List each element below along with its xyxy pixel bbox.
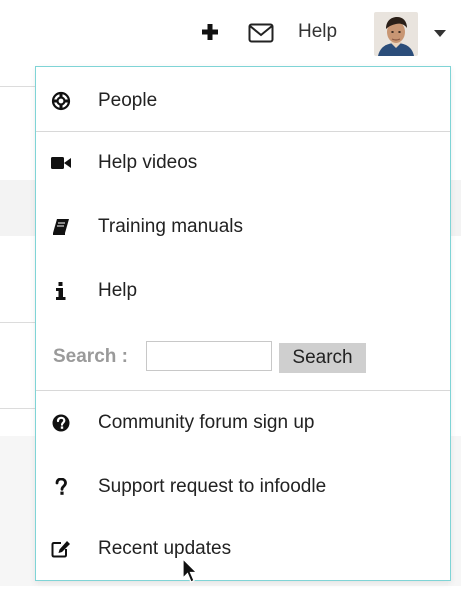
- menu-item-help-videos[interactable]: Help videos: [36, 137, 450, 189]
- menu-item-training-manuals[interactable]: Training manuals: [36, 201, 450, 253]
- menu-item-label: People: [98, 90, 158, 111]
- menu-item-label: Support request to infoodle: [98, 476, 327, 497]
- info-icon: [50, 280, 72, 302]
- menu-item-people[interactable]: People: [36, 75, 450, 127]
- caret-down-icon[interactable]: [433, 28, 447, 38]
- help-dropdown-menu: People Help videos Training manuals Help…: [35, 66, 451, 581]
- search-input[interactable]: [146, 341, 272, 371]
- search-button[interactable]: Search: [279, 343, 366, 373]
- background-row-divider: [0, 408, 40, 409]
- menu-divider: [36, 131, 450, 132]
- book-icon: [50, 216, 72, 238]
- menu-item-label: Help: [98, 280, 138, 301]
- help-link[interactable]: Help: [298, 20, 337, 44]
- plus-icon: [202, 24, 218, 40]
- menu-divider: [36, 390, 450, 391]
- menu-item-label: Community forum sign up: [98, 412, 315, 433]
- envelope-icon: [248, 23, 274, 43]
- menu-item-help[interactable]: Help: [36, 265, 450, 317]
- messages-button[interactable]: [246, 20, 276, 46]
- menu-item-label: Help videos: [98, 152, 198, 173]
- question-icon: [50, 476, 72, 498]
- menu-item-label: Recent updates: [98, 538, 232, 559]
- menu-item-label: Training manuals: [98, 216, 244, 237]
- menu-item-support-request[interactable]: Support request to infoodle: [36, 461, 450, 513]
- menu-item-community-forum[interactable]: Community forum sign up: [36, 397, 450, 449]
- user-avatar[interactable]: [374, 12, 418, 56]
- avatar-image: [374, 12, 418, 56]
- video-camera-icon: [50, 152, 72, 174]
- menu-item-recent-updates[interactable]: Recent updates: [36, 523, 450, 575]
- add-button[interactable]: [196, 18, 224, 46]
- background-row-divider: [0, 86, 40, 87]
- life-ring-icon: [50, 90, 72, 112]
- edit-icon: [50, 538, 72, 560]
- question-circle-icon: [50, 412, 72, 434]
- background-row-divider: [0, 322, 40, 323]
- search-form: Search : Search: [36, 339, 450, 375]
- top-navigation-bar: Help: [0, 0, 461, 66]
- search-label: Search :: [53, 346, 128, 367]
